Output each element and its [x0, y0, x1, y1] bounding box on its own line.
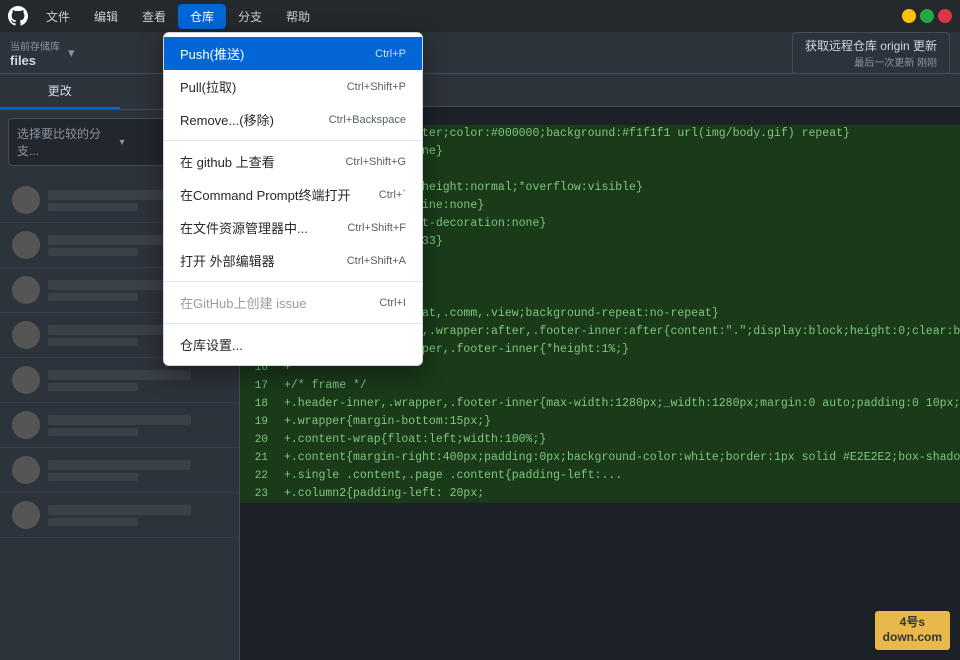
menu-separator-2 — [164, 281, 422, 282]
menu-item-open-terminal-shortcut: Ctrl+` — [379, 189, 406, 201]
menu-item-create-issue: 在GitHub上创建 issue Ctrl+I — [164, 286, 422, 319]
menu-item-repo-settings-label: 仓库设置... — [180, 335, 243, 354]
menu-item-view-github-shortcut: Ctrl+Shift+G — [345, 156, 406, 168]
menu-item-open-explorer-label: 在文件资源管理器中... — [180, 218, 308, 237]
watermark: 4号sdown.com — [875, 611, 950, 650]
menu-item-remove[interactable]: Remove...(移除) Ctrl+Backspace — [164, 103, 422, 136]
dropdown-menu: Push(推送) Ctrl+P Pull(拉取) Ctrl+Shift+P Re… — [163, 32, 423, 366]
menu-item-open-explorer[interactable]: 在文件资源管理器中... Ctrl+Shift+F — [164, 211, 422, 244]
menu-item-pull-shortcut: Ctrl+Shift+P — [347, 81, 406, 93]
menu-separator-1 — [164, 140, 422, 141]
menu-item-open-explorer-shortcut: Ctrl+Shift+F — [347, 222, 406, 234]
menu-item-push-shortcut: Ctrl+P — [375, 48, 406, 60]
menu-item-open-terminal-label: 在Command Prompt终端打开 — [180, 185, 350, 204]
menu-item-create-issue-label: 在GitHub上创建 issue — [180, 293, 306, 312]
menu-item-view-github-label: 在 github 上查看 — [180, 152, 275, 171]
menu-item-pull-label: Pull(拉取) — [180, 77, 236, 96]
menu-item-open-editor[interactable]: 打开 外部编辑器 Ctrl+Shift+A — [164, 244, 422, 277]
menu-item-create-issue-shortcut: Ctrl+I — [379, 297, 406, 309]
menu-item-pull[interactable]: Pull(拉取) Ctrl+Shift+P — [164, 70, 422, 103]
menu-item-push-label: Push(推送) — [180, 44, 244, 63]
menu-item-open-terminal[interactable]: 在Command Prompt终端打开 Ctrl+` — [164, 178, 422, 211]
menu-item-open-editor-label: 打开 外部编辑器 — [180, 251, 275, 270]
menu-item-remove-shortcut: Ctrl+Backspace — [329, 114, 406, 126]
menu-item-repo-settings[interactable]: 仓库设置... — [164, 328, 422, 361]
menu-item-view-github[interactable]: 在 github 上查看 Ctrl+Shift+G — [164, 145, 422, 178]
menu-item-push[interactable]: Push(推送) Ctrl+P — [164, 37, 422, 70]
dropdown-overlay[interactable] — [0, 0, 960, 660]
menu-item-open-editor-shortcut: Ctrl+Shift+A — [347, 255, 406, 267]
menu-separator-3 — [164, 323, 422, 324]
menu-item-remove-label: Remove...(移除) — [180, 110, 274, 129]
